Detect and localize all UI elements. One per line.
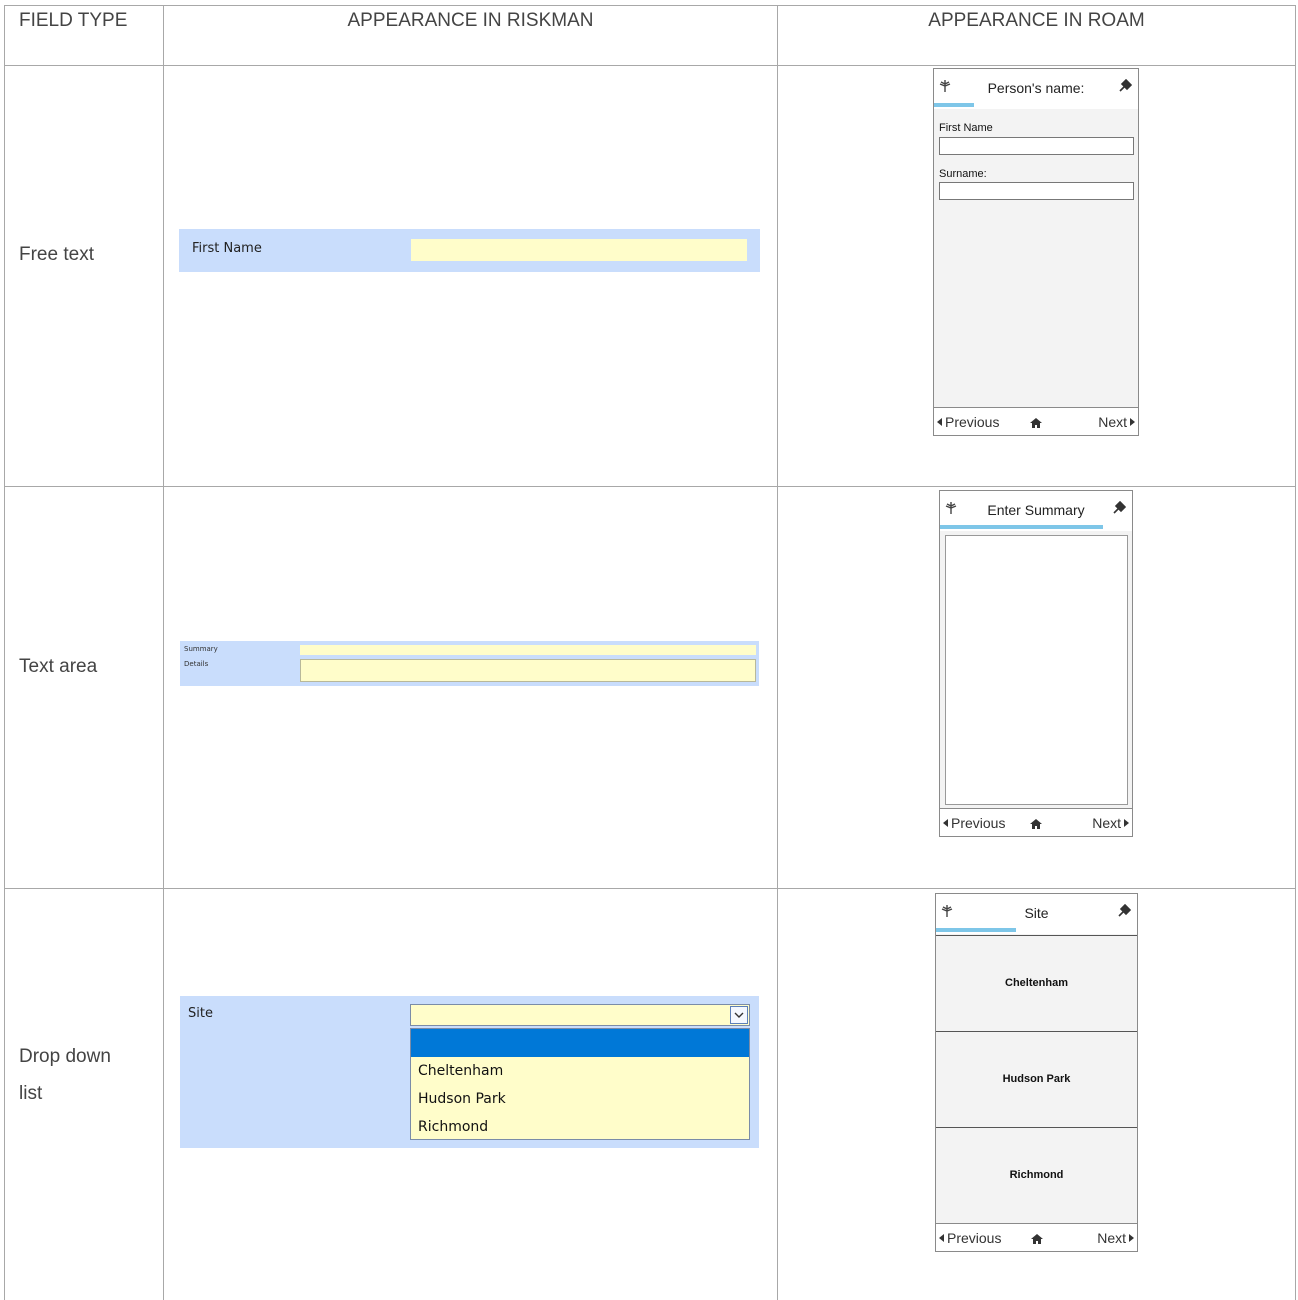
roam-previous-button[interactable]: Previous — [939, 1230, 1001, 1246]
dropdown-option[interactable]: Cheltenham — [411, 1057, 749, 1085]
home-icon[interactable] — [1030, 1232, 1044, 1246]
roam-first-name-input[interactable] — [939, 137, 1134, 155]
roam-next-button[interactable]: Next — [1097, 1230, 1134, 1246]
roam-page-title: Person's name: — [987, 80, 1085, 96]
chevron-right-icon — [1124, 819, 1129, 827]
riskman-text-area-panel: Summary Details — [180, 641, 759, 686]
roam-next-button[interactable]: Next — [1098, 414, 1135, 430]
riskman-details-label: Details — [184, 660, 209, 668]
roam-page-title: Enter Summary — [987, 502, 1085, 518]
row-label-text-area: Text area — [19, 656, 98, 677]
chevron-right-icon — [1130, 418, 1135, 426]
roam-first-name-label: First Name — [939, 122, 993, 134]
riskman-details-textarea[interactable] — [300, 659, 756, 682]
riskman-site-options-list: Cheltenham Hudson Park Richmond — [410, 1028, 750, 1140]
dropdown-option[interactable]: Hudson Park — [411, 1085, 749, 1113]
plug-icon[interactable] — [1118, 79, 1132, 93]
plug-icon[interactable] — [1112, 501, 1126, 515]
roam-top-bar: Enter Summary — [940, 491, 1132, 531]
row-divider-2 — [4, 888, 1296, 889]
header-roam: APPEARANCE IN ROAM — [928, 10, 1145, 31]
chevron-down-icon — [734, 1012, 744, 1018]
chevron-left-icon — [943, 819, 948, 827]
column-divider-2 — [777, 5, 778, 1300]
riskman-summary-input[interactable] — [300, 645, 756, 655]
roam-nav-bar: Previous Next — [934, 407, 1138, 435]
row-label-free-text: Free text — [19, 244, 94, 265]
row-label-drop-down-line2: list — [19, 1083, 43, 1104]
roam-progress-bar — [940, 525, 1103, 529]
riskman-first-name-input[interactable] — [411, 239, 747, 261]
roam-top-bar: Site — [936, 894, 1137, 934]
row-divider-1 — [4, 486, 1296, 487]
roam-progress-bar — [936, 928, 1016, 932]
row-divider-header — [4, 65, 1296, 66]
roam-summary-textarea[interactable] — [945, 535, 1128, 805]
riskman-site-select[interactable] — [410, 1004, 750, 1026]
riskman-summary-label: Summary — [184, 645, 218, 653]
roam-top-bar: Person's name: — [934, 69, 1138, 109]
roam-choice-button[interactable]: Cheltenham — [936, 935, 1137, 1031]
roam-choice-button[interactable]: Hudson Park — [936, 1031, 1137, 1127]
roam-surname-label: Surname: — [939, 168, 987, 180]
roam-phone-free-text: Person's name: First Name Surname: Previ… — [933, 68, 1139, 436]
roam-choice-button[interactable]: Richmond — [936, 1127, 1137, 1223]
riskman-dropdown-panel: Site Cheltenham Hudson Park Richmond — [180, 996, 759, 1148]
roam-nav-bar: Previous Next — [940, 808, 1132, 836]
roam-next-button[interactable]: Next — [1092, 815, 1129, 831]
roam-phone-dropdown: Site Cheltenham Hudson Park Richmond Pre… — [935, 893, 1138, 1252]
roam-surname-input[interactable] — [939, 182, 1134, 200]
chevron-left-icon — [937, 418, 942, 426]
home-icon[interactable] — [1029, 817, 1043, 831]
chevron-right-icon — [1129, 1234, 1134, 1242]
roam-phone-text-area: Enter Summary Previous Next — [939, 490, 1133, 837]
riskman-first-name-label: First Name — [192, 241, 262, 256]
dropdown-highlighted-option[interactable] — [411, 1029, 749, 1057]
chevron-left-icon — [939, 1234, 944, 1242]
table-border-top — [4, 5, 1296, 6]
header-riskman: APPEARANCE IN RISKMAN — [347, 10, 594, 31]
row-label-drop-down-line1: Drop down — [19, 1046, 111, 1067]
roam-progress-bar — [934, 103, 974, 107]
roam-page-title: Site — [1024, 905, 1049, 921]
header-field-type: FIELD TYPE — [19, 10, 128, 31]
plug-icon[interactable] — [1117, 904, 1131, 918]
roam-previous-button[interactable]: Previous — [937, 414, 999, 430]
roam-previous-button[interactable]: Previous — [943, 815, 1005, 831]
home-icon[interactable] — [1029, 416, 1043, 430]
dropdown-option[interactable]: Richmond — [411, 1113, 749, 1141]
riskman-free-text-panel: First Name — [179, 229, 760, 272]
column-divider-1 — [163, 5, 164, 1300]
dropdown-button[interactable] — [730, 1006, 748, 1024]
roam-nav-bar: Previous Next — [936, 1223, 1137, 1251]
table-border-left — [4, 5, 5, 1300]
riskman-site-label: Site — [188, 1006, 213, 1021]
table-border-right — [1295, 5, 1296, 1300]
